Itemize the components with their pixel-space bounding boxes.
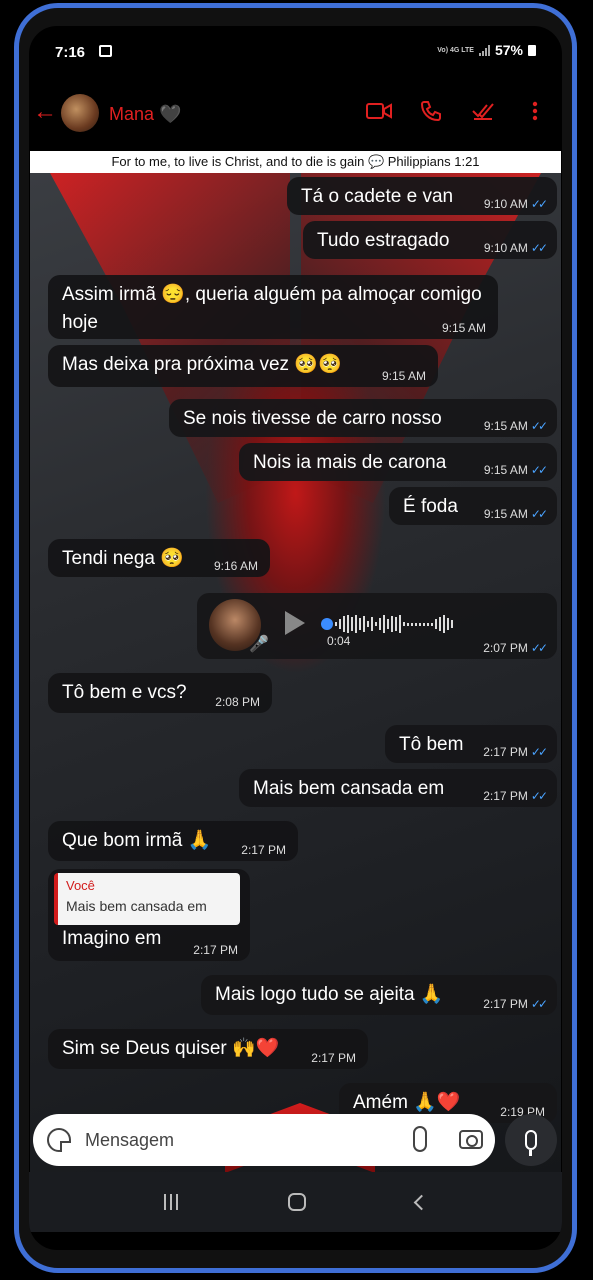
pinned-banner[interactable]: For to me, to live is Christ, and to die… <box>30 151 561 173</box>
message-bubble[interactable]: Nois ia mais de carona 9:15 AM ✓✓ <box>239 443 557 481</box>
message-bubble[interactable]: Mais bem cansada em 2:17 PM ✓✓ <box>239 769 557 807</box>
read-ticks-icon: ✓✓ <box>530 641 548 655</box>
message-time: 9:16 AM <box>213 559 258 573</box>
message-text: É foda <box>403 496 458 517</box>
voice-waveform[interactable] <box>321 613 531 635</box>
message-bubble[interactable]: Tô bem 2:17 PM ✓✓ <box>385 725 557 763</box>
message-time: 9:15 AM ✓✓ <box>483 463 548 477</box>
battery-icon <box>528 44 536 56</box>
system-nav-bar <box>29 1172 562 1232</box>
message-text: Tendi nega 🥺 <box>62 548 184 569</box>
message-composer <box>33 1114 495 1166</box>
status-bar: 7:16 Vo) 4G LTE 57% <box>29 26 562 76</box>
status-right: Vo) 4G LTE 57% <box>437 42 536 58</box>
message-bubble[interactable]: Tô bem e vcs? 2:08 PM <box>48 673 272 713</box>
back-arrow-icon[interactable]: ← <box>33 98 57 126</box>
contact-name[interactable]: Mana 🖤 <box>109 104 181 125</box>
signal-icon <box>478 44 490 56</box>
message-bubble[interactable]: Mais logo tudo se ajeita 🙏 2:17 PM ✓✓ <box>201 975 557 1015</box>
message-text: Tá o cadete e van <box>301 186 454 207</box>
message-time: 2:17 PM ✓✓ <box>483 789 548 803</box>
message-text: Mais logo tudo se ajeita 🙏 <box>215 984 444 1005</box>
network-indicator: Vo) 4G LTE <box>437 46 474 54</box>
voice-duration: 0:04 <box>327 634 351 648</box>
header-actions <box>366 100 548 122</box>
message-time: 9:15 AM <box>441 321 486 335</box>
message-text: Tô bem e vcs? <box>62 682 187 703</box>
message-text: Tô bem <box>399 734 464 755</box>
sticker-icon[interactable] <box>47 1128 71 1152</box>
message-bubble[interactable]: Tudo estragado 9:10 AM ✓✓ <box>303 221 557 259</box>
quoted-message[interactable]: Você Mais bem cansada em <box>54 873 240 925</box>
message-text: Tudo estragado <box>317 230 450 251</box>
more-options-icon[interactable] <box>522 100 548 122</box>
message-text: Que bom irmã 🙏 <box>62 830 212 851</box>
message-bubble[interactable]: Mas deixa pra próxima vez 🥺🥺 9:15 AM <box>48 345 438 387</box>
message-time: 9:15 AM ✓✓ <box>483 507 548 521</box>
message-text: Sim se Deus quiser 🙌❤️ <box>62 1038 280 1059</box>
message-time: 9:10 AM ✓✓ <box>483 241 548 255</box>
message-time: 2:08 PM <box>215 695 260 709</box>
message-time: 2:17 PM <box>193 943 238 957</box>
message-bubble[interactable]: Tendi nega 🥺 9:16 AM <box>48 539 270 577</box>
message-time: 2:17 PM <box>241 843 286 857</box>
message-bubble[interactable]: Assim irmã 😔, queria alguém pa almoçar c… <box>48 275 498 339</box>
home-icon[interactable] <box>288 1193 306 1211</box>
read-ticks-icon: ✓✓ <box>530 789 548 803</box>
status-time: 7:16 <box>55 44 86 61</box>
gallery-notification-icon <box>99 45 112 57</box>
voice-record-button[interactable] <box>505 1114 557 1166</box>
microphone-icon: 🎤 <box>249 636 269 653</box>
reply-message-bubble[interactable]: Você Mais bem cansada em Imagino em 2:17… <box>48 869 250 961</box>
read-ticks-icon: ✓✓ <box>530 241 548 255</box>
back-icon[interactable] <box>413 1194 430 1210</box>
battery-percent: 57% <box>494 42 523 58</box>
video-call-icon[interactable] <box>366 100 392 122</box>
message-text: Assim irmã 😔, queria alguém pa almoçar c… <box>62 284 482 333</box>
quote-author: Você <box>66 878 95 893</box>
message-bubble[interactable]: Sim se Deus quiser 🙌❤️ 2:17 PM <box>48 1029 368 1069</box>
message-text: Nois ia mais de carona <box>253 452 447 473</box>
read-ticks-icon: ✓✓ <box>530 997 548 1011</box>
message-text: Amém 🙏❤️ <box>353 1092 461 1113</box>
read-ticks-icon: ✓✓ <box>530 745 548 759</box>
chat-area[interactable]: Tá o cadete e van 9:10 AM ✓✓ Tudo estraga… <box>30 173 561 1173</box>
recent-apps-icon[interactable] <box>164 1194 178 1210</box>
message-time: 9:10 AM ✓✓ <box>483 197 548 211</box>
message-text: Mais bem cansada em <box>253 778 445 799</box>
message-bubble[interactable]: Tá o cadete e van 9:10 AM ✓✓ <box>287 177 557 215</box>
read-ticks-icon: ✓✓ <box>530 197 548 211</box>
contact-avatar[interactable] <box>61 94 99 132</box>
read-ticks-icon: ✓✓ <box>530 463 548 477</box>
message-time: 2:17 PM ✓✓ <box>483 997 548 1011</box>
message-time: 2:17 PM ✓✓ <box>483 745 548 759</box>
screen: 7:16 Vo) 4G LTE 57% ← Mana 🖤 For to me, … <box>29 26 562 1250</box>
read-ticks-icon: ✓✓ <box>530 507 548 521</box>
chat-header: ← Mana 🖤 <box>29 78 562 150</box>
message-text: Mas deixa pra próxima vez 🥺🥺 <box>62 354 342 375</box>
voice-call-icon[interactable] <box>418 100 444 122</box>
paperclip-icon[interactable] <box>413 1126 427 1152</box>
voice-message-bubble[interactable]: 🎤 0:04 2:07 PM ✓✓ <box>197 593 557 659</box>
camera-icon[interactable] <box>459 1130 483 1149</box>
read-ticks-icon: ✓✓ <box>530 419 548 433</box>
quote-text: Mais bem cansada em <box>66 898 207 914</box>
message-text: Se nois tivesse de carro nosso <box>183 408 442 429</box>
message-input[interactable] <box>85 1114 385 1166</box>
message-time: 2:17 PM <box>311 1051 356 1065</box>
message-time: 9:15 AM <box>381 369 426 383</box>
message-time: 2:07 PM ✓✓ <box>483 641 548 655</box>
play-icon[interactable] <box>285 611 305 635</box>
microphone-icon <box>525 1130 537 1156</box>
message-text: Imagino em <box>62 928 162 949</box>
message-bubble[interactable]: Que bom irmã 🙏 2:17 PM <box>48 821 298 861</box>
read-status-icon[interactable] <box>470 100 496 122</box>
message-bubble[interactable]: Se nois tivesse de carro nosso 9:15 AM ✓✓ <box>169 399 557 437</box>
message-time: 9:15 AM ✓✓ <box>483 419 548 433</box>
phone-frame: 7:16 Vo) 4G LTE 57% ← Mana 🖤 For to me, … <box>14 3 577 1273</box>
message-bubble[interactable]: É foda 9:15 AM ✓✓ <box>389 487 557 525</box>
